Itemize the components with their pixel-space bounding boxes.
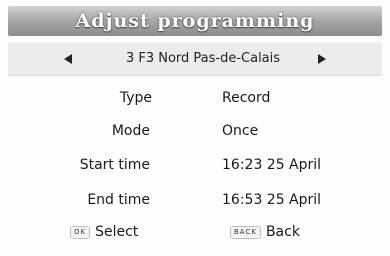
end-time-row[interactable]: End time 16:53 25 April (0, 190, 390, 212)
title-bar: Adjust programming (8, 6, 382, 36)
arrow-right-icon[interactable] (314, 53, 330, 65)
start-time-value[interactable]: 16:23 25 April (222, 157, 321, 173)
channel-name: 3 F3 Nord Pas-de-Calais (125, 51, 281, 66)
type-value[interactable]: Record (222, 90, 270, 106)
mode-value[interactable]: Once (222, 123, 258, 139)
type-label: Type (119, 90, 152, 106)
back-key-icon: BACK (230, 225, 261, 239)
select-button[interactable]: OK Select (70, 224, 138, 240)
select-label: Select (95, 224, 139, 240)
end-time-label: End time (87, 192, 150, 208)
start-time-label: Start time (79, 157, 150, 173)
type-row[interactable]: Type Record (0, 88, 390, 110)
adjust-programming-screen: Adjust programming 3 F3 Nord Pas-de-Cala… (0, 0, 390, 256)
channel-selector[interactable]: 3 F3 Nord Pas-de-Calais (8, 42, 382, 76)
back-button[interactable]: BACK Back (230, 224, 300, 240)
page-title: Adjust programming (75, 10, 315, 32)
mode-label: Mode (111, 123, 150, 139)
mode-row[interactable]: Mode Once (0, 121, 390, 143)
end-time-value[interactable]: 16:53 25 April (222, 192, 321, 208)
back-label: Back (265, 224, 300, 240)
button-row: OK Select BACK Back (0, 224, 390, 246)
ok-key-icon: OK (70, 225, 91, 239)
start-time-row[interactable]: Start time 16:23 25 April (0, 155, 390, 177)
